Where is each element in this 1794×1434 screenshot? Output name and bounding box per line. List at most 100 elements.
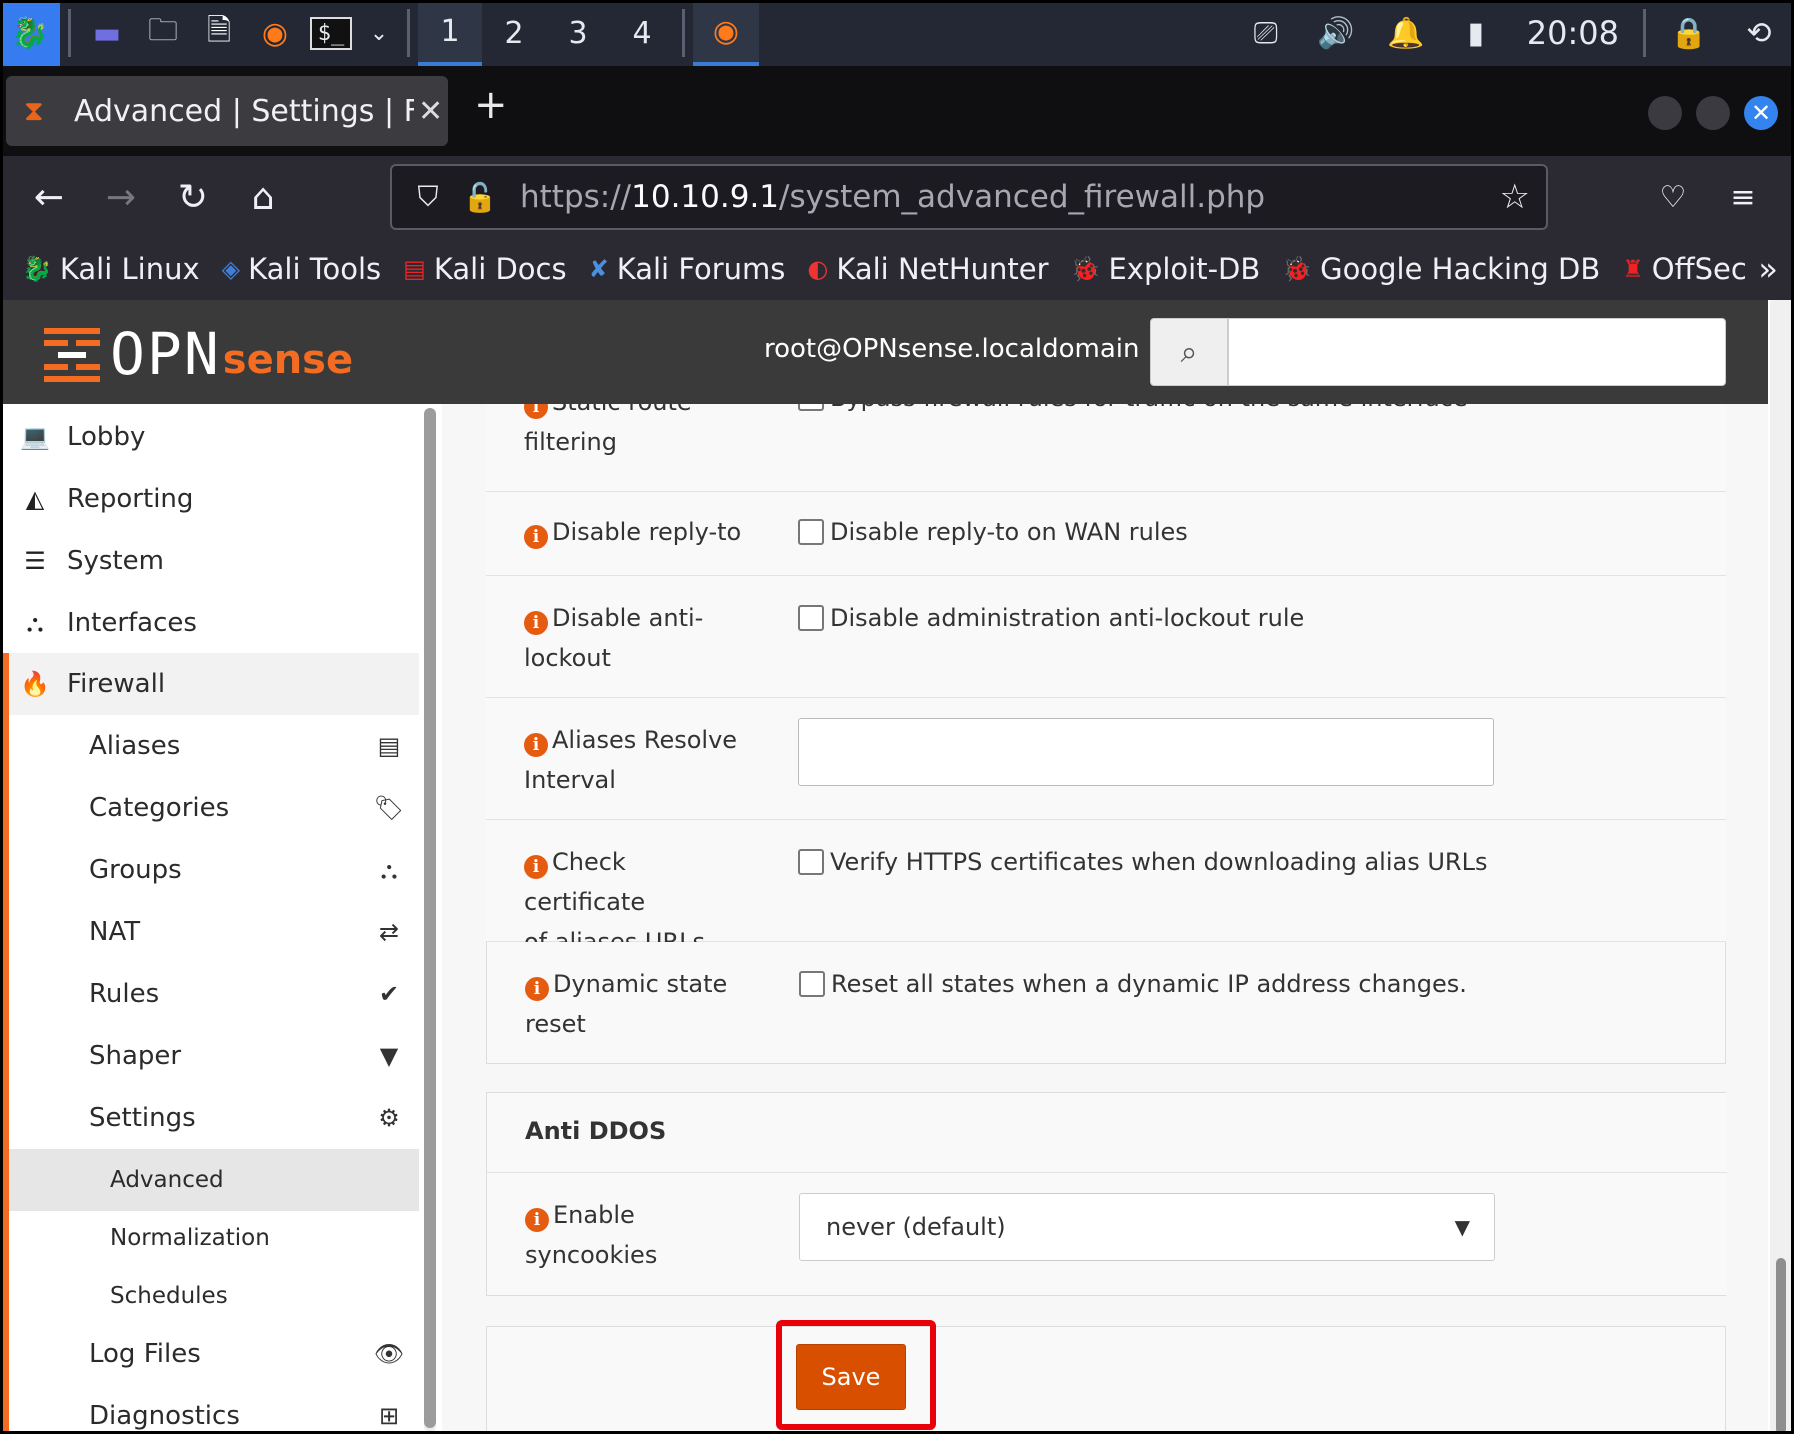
opnsense-logo[interactable]: OPN sense bbox=[40, 320, 353, 384]
workspace-2[interactable]: 2 bbox=[482, 0, 546, 66]
sidebar-item-interfaces[interactable]: ⛬ Interfaces bbox=[3, 592, 419, 654]
search-icon[interactable]: ⌕ bbox=[1150, 318, 1228, 386]
checkbox-bypass-firewall[interactable] bbox=[798, 404, 824, 411]
show-desktop-icon[interactable]: ▬ bbox=[79, 0, 135, 66]
terminal-icon[interactable]: $_ bbox=[303, 0, 359, 66]
checkbox-label: Disable reply-to on WAN rules bbox=[830, 518, 1188, 546]
setting-row-check-certificate: iCheck certificateof aliases URLs Verify… bbox=[486, 820, 1726, 956]
exploit-db-icon: 🐞 bbox=[1070, 255, 1101, 283]
caret-down-icon: ▼ bbox=[1454, 1215, 1470, 1239]
bookmark-kali-forums[interactable]: ✘ Kali Forums bbox=[589, 252, 786, 286]
close-tab-icon[interactable]: ✕ bbox=[418, 94, 443, 129]
sidebar-item-normalization[interactable]: Normalization bbox=[3, 1207, 419, 1269]
setting-label: iStatic routefiltering bbox=[524, 404, 754, 462]
filter-icon: ▼ bbox=[379, 1042, 399, 1070]
bookmark-kali-docs[interactable]: ▤ Kali Docs bbox=[403, 252, 566, 286]
info-icon[interactable]: i bbox=[524, 525, 548, 549]
logout-icon[interactable]: ⟲ bbox=[1724, 0, 1794, 66]
bookmark-star-icon[interactable]: ☆ bbox=[1500, 177, 1530, 217]
sidebar-item-categories[interactable]: Categories 🏷 bbox=[3, 777, 419, 839]
sidebar-item-log-files[interactable]: Log Files 👁 bbox=[3, 1323, 419, 1385]
bookmark-offsec[interactable]: ♜ OffSec bbox=[1622, 252, 1747, 286]
setting-label: i Enable syncookies bbox=[525, 1201, 658, 1269]
kali-menu-icon[interactable]: 🐉 bbox=[0, 0, 60, 66]
offsec-icon: ♜ bbox=[1622, 255, 1644, 283]
reload-icon[interactable]: ↻ bbox=[168, 172, 218, 222]
checkbox-reset-states[interactable] bbox=[799, 971, 825, 997]
logged-in-user[interactable]: root@OPNsense.localdomain bbox=[764, 334, 1140, 364]
workspace-1[interactable]: 1 bbox=[418, 0, 482, 66]
text-editor-icon[interactable]: 🗎 bbox=[191, 0, 247, 66]
checkbox-disable-anti-lockout[interactable] bbox=[798, 605, 824, 631]
check-icon: ✔ bbox=[378, 980, 400, 1008]
bookmark-google-hacking-db[interactable]: 🐞 Google Hacking DB bbox=[1282, 252, 1600, 286]
bookmark-exploit-db[interactable]: 🐞 Exploit-DB bbox=[1071, 252, 1261, 286]
bookmark-kali-nethunter[interactable]: ◐ Kali NetHunter bbox=[807, 252, 1048, 286]
info-icon[interactable]: i bbox=[525, 977, 549, 1001]
search-input[interactable] bbox=[1228, 318, 1726, 386]
sidebar-item-reporting[interactable]: ◭ Reporting bbox=[3, 468, 419, 530]
file-manager-icon[interactable]: 🗀 bbox=[135, 0, 191, 66]
firefox-window-icon[interactable]: ◉ bbox=[693, 0, 759, 66]
workspace-3[interactable]: 3 bbox=[546, 0, 610, 66]
volume-icon[interactable]: 🔊 bbox=[1301, 0, 1371, 66]
setting-label: i Aliases Resolve Interval bbox=[524, 726, 738, 794]
clock[interactable]: 20:08 bbox=[1511, 14, 1635, 52]
browser-tab[interactable]: ⧗ Advanced | Settings | Firewall ✕ bbox=[6, 76, 448, 146]
info-icon[interactable]: i bbox=[524, 611, 548, 635]
notification-bell-icon[interactable]: 🔔 bbox=[1371, 0, 1441, 66]
forward-icon[interactable]: → bbox=[96, 172, 146, 222]
sidebar-item-advanced[interactable]: Advanced bbox=[3, 1149, 419, 1211]
close-window-button[interactable]: ✕ bbox=[1744, 96, 1778, 130]
save-highlight-box: Save bbox=[776, 1320, 936, 1430]
navigation-toolbar: ← → ↻ ⌂ ⛉ 🔓 https://10.10.9.1/system_adv… bbox=[0, 156, 1794, 238]
checkbox-disable-reply-to[interactable] bbox=[798, 519, 824, 545]
sidebar-item-aliases[interactable]: Aliases ▤ bbox=[3, 715, 419, 777]
more-bookmarks-icon[interactable]: » bbox=[1758, 250, 1778, 288]
sidebar-item-nat[interactable]: NAT ⇄ bbox=[3, 901, 419, 963]
sidebar-item-settings[interactable]: Settings ⚙ bbox=[3, 1087, 419, 1149]
pocket-icon[interactable]: ♡ bbox=[1648, 172, 1698, 222]
shield-icon[interactable]: ⛉ bbox=[402, 180, 454, 214]
server-icon: ☰ bbox=[24, 547, 46, 575]
page-scrollbar-thumb[interactable] bbox=[1776, 1258, 1786, 1434]
firefox-launcher-icon[interactable]: ◉ bbox=[247, 0, 303, 66]
minimize-window-button[interactable] bbox=[1648, 96, 1682, 130]
workspace-4[interactable]: 4 bbox=[610, 0, 674, 66]
hamburger-menu-icon[interactable]: ≡ bbox=[1718, 172, 1768, 222]
sidebar-item-rules[interactable]: Rules ✔ bbox=[3, 963, 419, 1025]
battery-icon[interactable]: ▮ bbox=[1441, 0, 1511, 66]
back-icon[interactable]: ← bbox=[24, 172, 74, 222]
page-scrollbar[interactable] bbox=[1770, 300, 1794, 1434]
network-icon[interactable]: ⎚ bbox=[1231, 0, 1301, 66]
taskbar-separator bbox=[407, 9, 410, 57]
aliases-resolve-interval-input[interactable] bbox=[798, 718, 1494, 786]
new-tab-icon[interactable]: + bbox=[474, 82, 508, 128]
sidebar-item-shaper[interactable]: Shaper ▼ bbox=[3, 1025, 419, 1087]
sidebar-item-groups[interactable]: Groups ⛬ bbox=[3, 839, 419, 901]
sidebar-item-diagnostics[interactable]: Diagnostics ⊞ bbox=[3, 1385, 419, 1434]
save-button[interactable]: Save bbox=[796, 1344, 906, 1410]
lock-icon[interactable]: 🔒 bbox=[1654, 0, 1724, 66]
lock-warning-icon[interactable]: 🔓 bbox=[454, 181, 506, 214]
sidebar-item-schedules[interactable]: Schedules bbox=[3, 1265, 419, 1327]
sidebar-item-firewall[interactable]: 🔥 Firewall bbox=[3, 653, 419, 715]
checkbox-verify-https[interactable] bbox=[798, 849, 824, 875]
opnsense-mark-icon bbox=[40, 324, 104, 384]
sidebar-item-lobby[interactable]: 💻 Lobby bbox=[3, 406, 419, 468]
bookmark-kali-linux[interactable]: 🐉 Kali Linux bbox=[22, 252, 200, 286]
sidebar-item-system[interactable]: ☰ System bbox=[3, 530, 419, 592]
maximize-window-button[interactable] bbox=[1696, 96, 1730, 130]
nethunter-icon: ◐ bbox=[807, 255, 829, 283]
info-icon[interactable]: i bbox=[524, 855, 548, 879]
bookmark-kali-tools[interactable]: ◈ Kali Tools bbox=[222, 252, 382, 286]
info-icon[interactable]: i bbox=[524, 733, 548, 757]
chevron-down-icon[interactable]: ⌄ bbox=[359, 0, 399, 66]
url-bar[interactable]: ⛉ 🔓 https://10.10.9.1/system_advanced_fi… bbox=[390, 164, 1548, 230]
info-icon[interactable]: i bbox=[524, 404, 548, 419]
sidebar-scrollbar-thumb[interactable] bbox=[424, 408, 436, 1428]
syncookies-select[interactable]: never (default) ▼ bbox=[799, 1193, 1495, 1261]
sidebar-scrollbar[interactable] bbox=[424, 408, 436, 1432]
info-icon[interactable]: i bbox=[525, 1208, 549, 1232]
home-icon[interactable]: ⌂ bbox=[238, 172, 288, 222]
